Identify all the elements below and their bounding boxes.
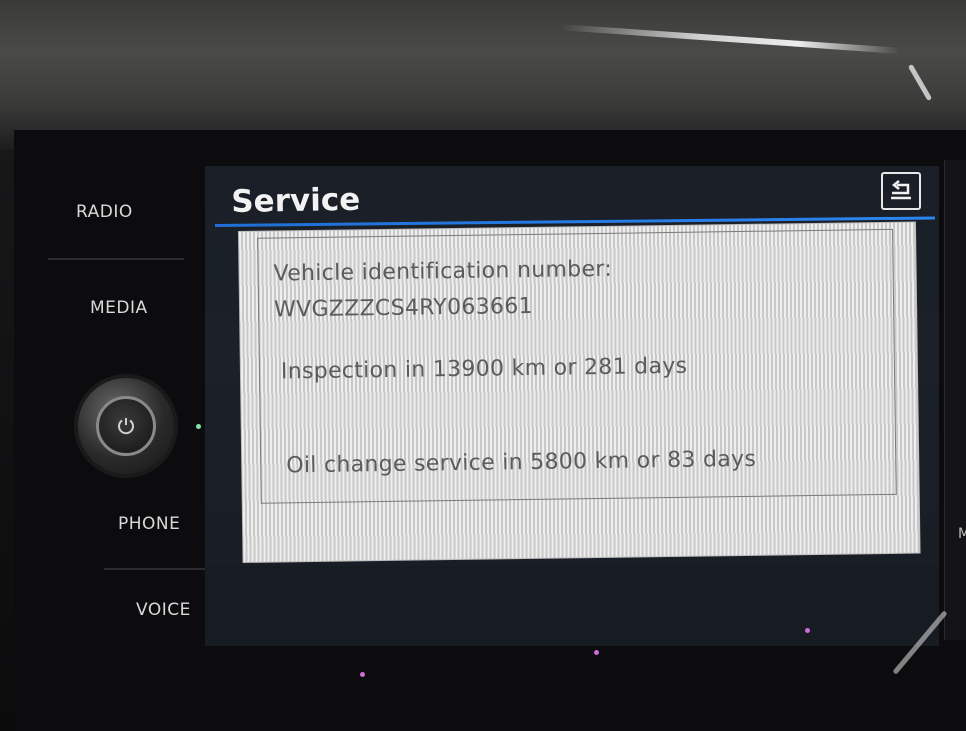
power-icon [118,418,134,435]
ambient-light-dot [805,628,810,633]
infotainment-photo: RADIO MEDIA PHONE VOICE Service Vehicle … [0,0,966,731]
touch-screen: Service Vehicle identification number: W… [205,166,939,646]
service-info-panel: Vehicle identification number: WVGZZZCS4… [239,222,920,562]
ambient-light-dot [360,672,365,677]
screen-lower-area [205,566,939,646]
phone-button[interactable]: PHONE [118,514,180,534]
radio-button[interactable]: RADIO [76,202,133,222]
voice-button[interactable]: VOICE [136,600,191,620]
power-volume-knob[interactable] [78,378,174,474]
button-divider [104,568,214,570]
button-divider [48,258,184,260]
right-bezel [944,160,966,640]
page-title: Service [231,181,361,220]
back-button[interactable] [881,172,921,210]
right-button-label: M [958,526,966,542]
vin-label: Vehicle identification number: [273,256,613,287]
back-arrow-icon [891,180,911,200]
knob-center [96,396,156,456]
media-button[interactable]: MEDIA [90,298,148,318]
knob-indicator-dot [196,424,201,429]
vin-value: WVGZZZCS4RY063661 [273,293,534,323]
ambient-light-dot [594,650,599,655]
